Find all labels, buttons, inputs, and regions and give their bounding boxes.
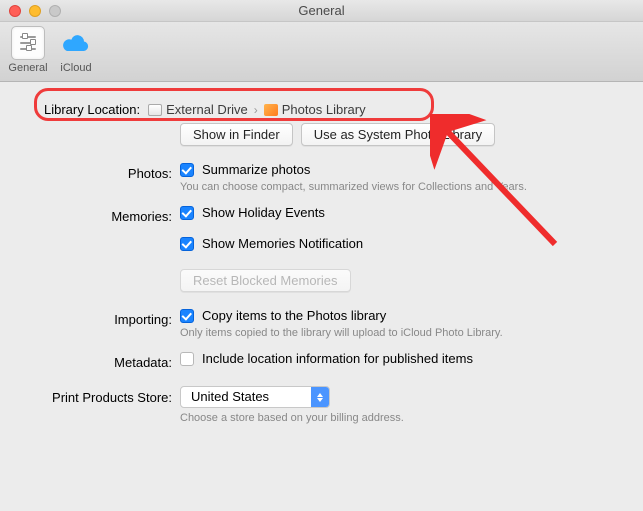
crumb-drive: External Drive bbox=[166, 102, 248, 117]
metadata-label: Metadata: bbox=[30, 351, 180, 370]
reset-blocked-memories-button: Reset Blocked Memories bbox=[180, 269, 351, 292]
tab-icloud[interactable]: iCloud bbox=[54, 26, 98, 74]
importing-label: Importing: bbox=[30, 308, 180, 327]
include-location-checkbox[interactable] bbox=[180, 352, 194, 366]
cloud-icon bbox=[61, 33, 91, 53]
use-as-system-photo-library-button[interactable]: Use as System Photo Library bbox=[301, 123, 495, 146]
zoom-window-button[interactable] bbox=[49, 5, 61, 17]
show-memories-notification-label: Show Memories Notification bbox=[202, 236, 363, 251]
show-in-finder-button[interactable]: Show in Finder bbox=[180, 123, 293, 146]
print-products-store-select[interactable]: United States bbox=[180, 386, 330, 408]
crumb-library: Photos Library bbox=[282, 102, 366, 117]
copy-items-checkbox[interactable] bbox=[180, 309, 194, 323]
importing-hint: Only items copied to the library will up… bbox=[180, 327, 613, 339]
show-holiday-events-label: Show Holiday Events bbox=[202, 205, 325, 220]
summarize-photos-label: Summarize photos bbox=[202, 162, 310, 177]
include-location-label: Include location information for publish… bbox=[202, 351, 473, 366]
store-label: Print Products Store: bbox=[30, 386, 180, 405]
tab-general[interactable]: General bbox=[6, 26, 50, 74]
minimize-window-button[interactable] bbox=[29, 5, 41, 17]
show-holiday-events-checkbox[interactable] bbox=[180, 206, 194, 220]
tab-general-label: General bbox=[8, 62, 47, 74]
summarize-photos-checkbox[interactable] bbox=[180, 163, 194, 177]
show-memories-notification-checkbox[interactable] bbox=[180, 237, 194, 251]
chevron-right-icon: › bbox=[252, 103, 260, 117]
library-location-label: Library Location: bbox=[44, 102, 140, 117]
window-title: General bbox=[0, 3, 643, 18]
sliders-icon bbox=[17, 32, 39, 54]
store-value: United States bbox=[181, 387, 311, 407]
memories-label: Memories: bbox=[30, 205, 180, 224]
store-hint: Choose a store based on your billing add… bbox=[180, 412, 613, 424]
summarize-photos-hint: You can choose compact, summarized views… bbox=[180, 181, 613, 193]
photos-library-icon bbox=[264, 104, 278, 116]
tab-icloud-label: iCloud bbox=[60, 62, 91, 74]
photos-label: Photos: bbox=[30, 162, 180, 181]
library-location-path: External Drive › Photos Library bbox=[148, 102, 365, 117]
drive-icon bbox=[148, 104, 162, 116]
select-stepper-icon bbox=[311, 387, 329, 407]
copy-items-label: Copy items to the Photos library bbox=[202, 308, 386, 323]
close-window-button[interactable] bbox=[9, 5, 21, 17]
